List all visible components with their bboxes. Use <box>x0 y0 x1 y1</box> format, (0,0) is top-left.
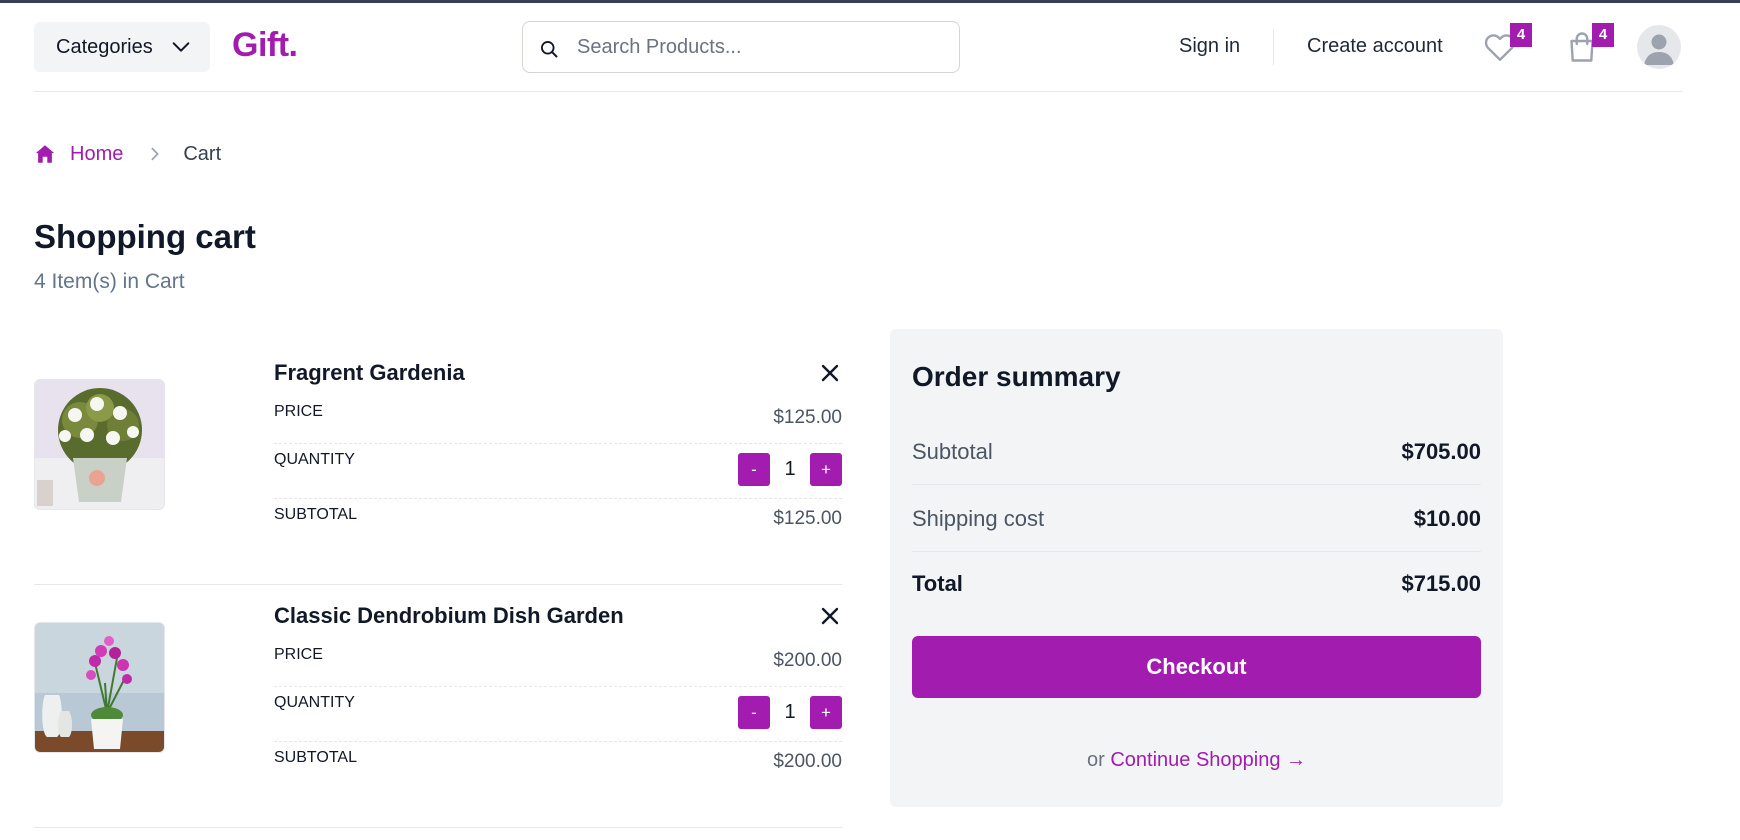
checkout-button[interactable]: Checkout <box>912 636 1481 698</box>
summary-total-value: $715.00 <box>1401 571 1481 596</box>
home-icon <box>35 145 55 163</box>
summary-total-label: Total <box>912 571 963 596</box>
search-input[interactable] <box>577 32 947 62</box>
site-logo[interactable]: Gift. <box>232 26 298 65</box>
breadcrumb: Home Cart <box>34 141 221 167</box>
wishlist-count-badge: 4 <box>1510 23 1532 47</box>
price-label: PRICE <box>274 403 323 420</box>
product-image-dendrobium[interactable] <box>34 622 165 753</box>
quantity-label: QUANTITY <box>274 694 355 711</box>
categories-button[interactable]: Categories <box>34 22 210 72</box>
price-value: $200.00 <box>773 650 842 671</box>
decrease-quantity-button[interactable]: - <box>738 695 770 729</box>
create-account-link[interactable]: Create account <box>1307 35 1443 58</box>
quantity-value[interactable]: 1 <box>770 458 810 481</box>
price-row: PRICE $125.00 <box>274 398 842 444</box>
cart-item: Fragrent Gardenia PRICE $125.00 QUANTITY… <box>34 342 842 585</box>
decrease-quantity-button[interactable]: - <box>738 452 770 486</box>
quantity-row: QUANTITY - 1 + <box>274 444 842 499</box>
remove-item-button[interactable] <box>818 361 842 385</box>
remove-item-button[interactable] <box>818 604 842 628</box>
quantity-stepper: - 1 + <box>738 695 842 729</box>
nav-divider <box>1273 29 1274 65</box>
summary-shipping-row: Shipping cost $10.00 <box>912 486 1481 552</box>
summary-total-row: Total $715.00 <box>912 551 1481 617</box>
continue-shopping-line: or Continue Shopping → <box>890 749 1503 772</box>
search-box <box>522 21 960 73</box>
summary-subtotal-label: Subtotal <box>912 439 993 464</box>
cart-item-list: Fragrent Gardenia PRICE $125.00 QUANTITY… <box>34 342 842 828</box>
search-icon <box>541 41 558 58</box>
wishlist-button[interactable]: 4 <box>1482 23 1532 69</box>
cart-item-count: 4 Item(s) in Cart <box>34 270 185 293</box>
price-row: PRICE $200.00 <box>274 641 842 687</box>
continue-shopping-link[interactable]: Continue Shopping → <box>1110 749 1306 771</box>
order-summary-title: Order summary <box>912 361 1121 392</box>
summary-shipping-label: Shipping cost <box>912 506 1045 531</box>
breadcrumb-current: Cart <box>183 142 222 165</box>
product-name[interactable]: Fragrent Gardenia <box>274 360 465 386</box>
user-avatar-icon[interactable] <box>1637 25 1681 69</box>
increase-quantity-button[interactable]: + <box>810 695 842 729</box>
subtotal-label: SUBTOTAL <box>274 749 357 766</box>
subtotal-value: $125.00 <box>773 508 842 529</box>
increase-quantity-button[interactable]: + <box>810 452 842 486</box>
categories-label: Categories <box>56 35 153 58</box>
close-icon <box>821 364 839 382</box>
cart-count-badge: 4 <box>1592 23 1614 47</box>
breadcrumb-home-label: Home <box>70 142 124 165</box>
subtotal-label: SUBTOTAL <box>274 506 357 523</box>
quantity-row: QUANTITY - 1 + <box>274 687 842 742</box>
page-title: Shopping cart <box>34 218 256 255</box>
order-summary-panel: Order summary Subtotal $705.00 Shipping … <box>890 329 1503 807</box>
summary-subtotal-row: Subtotal $705.00 <box>912 419 1481 485</box>
subtotal-row: SUBTOTAL $200.00 <box>274 742 842 782</box>
cart-item: Classic Dendrobium Dish Garden PRICE $20… <box>34 585 842 828</box>
cart-button[interactable]: 4 <box>1564 23 1614 69</box>
subtotal-value: $200.00 <box>773 751 842 772</box>
quantity-label: QUANTITY <box>274 451 355 468</box>
chevron-down-icon <box>172 42 190 52</box>
site-header: Categories Gift. Sign in Create account … <box>34 3 1682 92</box>
quantity-stepper: - 1 + <box>738 452 842 486</box>
quantity-value[interactable]: 1 <box>770 701 810 724</box>
price-label: PRICE <box>274 646 323 663</box>
close-icon <box>821 607 839 625</box>
chevron-right-icon <box>147 145 163 163</box>
product-name[interactable]: Classic Dendrobium Dish Garden <box>274 603 624 629</box>
price-value: $125.00 <box>773 407 842 428</box>
subtotal-row: SUBTOTAL $125.00 <box>274 499 842 539</box>
product-image-gardenia[interactable] <box>34 379 165 510</box>
breadcrumb-home-link[interactable]: Home <box>34 143 123 166</box>
summary-shipping-value: $10.00 <box>1413 506 1481 531</box>
sign-in-link[interactable]: Sign in <box>1179 35 1240 58</box>
summary-subtotal-value: $705.00 <box>1401 439 1481 464</box>
continue-or-text: or <box>1086 749 1105 771</box>
